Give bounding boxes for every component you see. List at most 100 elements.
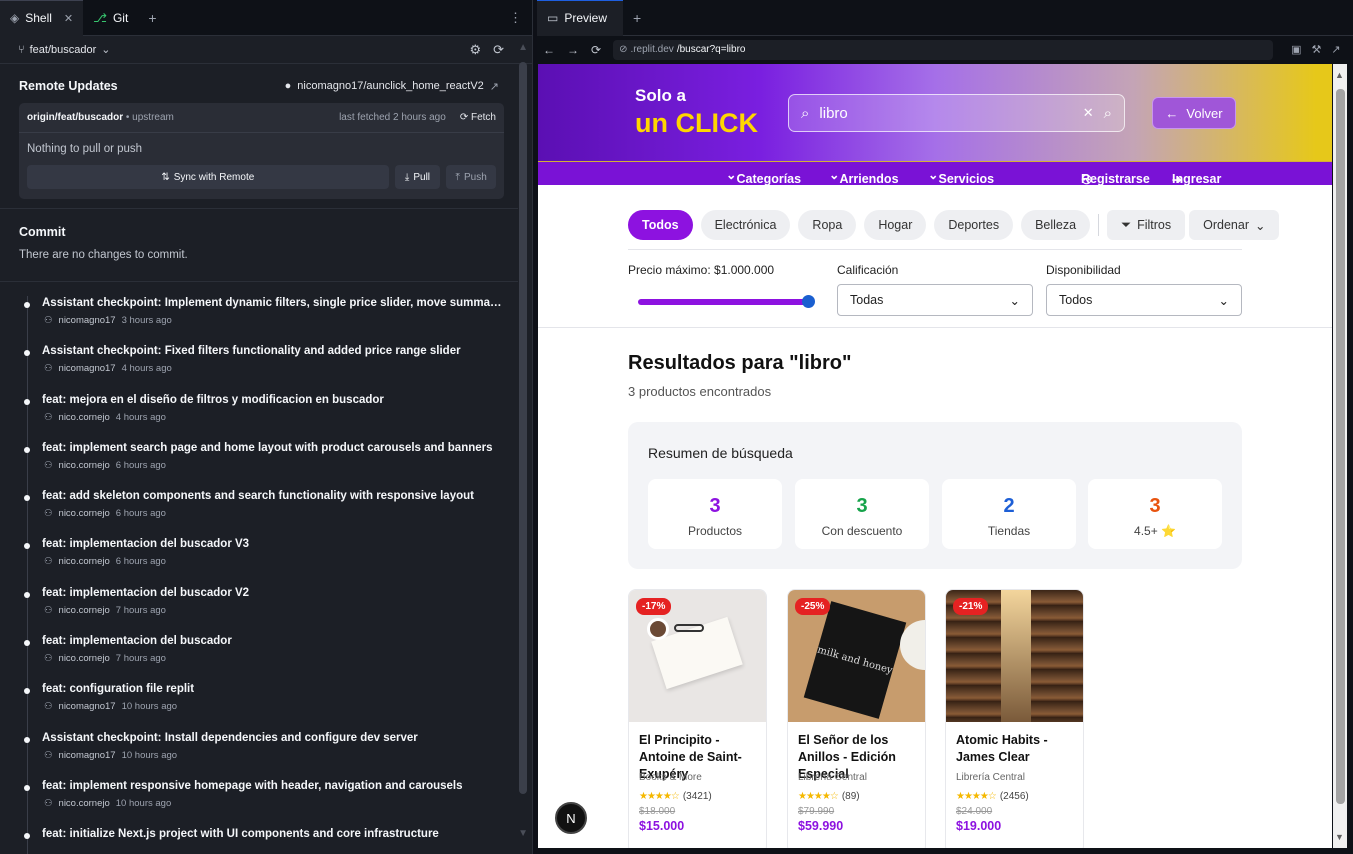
git-icon: ⎇	[93, 10, 107, 25]
results-count: 3 productos encontrados	[628, 384, 772, 399]
product-image: -21%	[946, 590, 1083, 722]
commit-section: Commit There are no changes to commit.	[0, 209, 518, 282]
user-icon: ⚇	[44, 508, 53, 520]
nav-arriendos[interactable]: ⌄ Arriendos	[829, 167, 899, 186]
commit-entry[interactable]: feat: add skeleton components and search…	[0, 487, 518, 535]
forward-arrow-icon[interactable]: →	[567, 43, 579, 57]
reload-icon[interactable]: ⟳	[591, 43, 601, 57]
repo-name: nicomagno17/aunclick_home_reactV2	[297, 80, 484, 92]
product-card[interactable]: -17% El Principito - Antoine de Saint-Ex…	[628, 589, 767, 848]
filters-button[interactable]: ⏷ Filtros	[1107, 210, 1186, 240]
price-slider-handle[interactable]	[802, 295, 815, 308]
external-link-icon[interactable]: ↗	[1331, 43, 1340, 56]
aisle-shape	[1001, 590, 1031, 722]
url-host: .replit.dev	[630, 44, 674, 55]
back-button[interactable]: ← Volver	[1152, 97, 1236, 129]
product-card[interactable]: milk and honey -25% El Señor de los Anil…	[787, 589, 926, 848]
star-icons: ★★★★☆	[798, 791, 839, 802]
back-arrow-icon[interactable]: ←	[543, 43, 555, 57]
tab-shell[interactable]: ◈ Shell ✕	[0, 0, 84, 36]
clear-icon[interactable]: ✕	[1083, 105, 1094, 121]
commit-entry[interactable]: feat: implementacion del buscador ⚇ nico.c…	[0, 632, 518, 680]
commit-entry[interactable]: feat: implementacion del buscador V2 ⚇ nic…	[0, 584, 518, 632]
user-icon: ⚇	[44, 604, 53, 616]
repo-link[interactable]: ● nicomagno17/aunclick_home_reactV2 ↗	[285, 80, 499, 93]
user-icon: ⚇	[44, 459, 53, 471]
nav-categorias[interactable]: ⌄ Categorías	[726, 167, 801, 186]
git-panel: ◈ Shell ✕ ⎇ Git + ⋮ ⑂ feat/buscador ⌄ ⚙ …	[0, 0, 533, 854]
devices-icon[interactable]: ▣	[1291, 43, 1301, 56]
commit-entry[interactable]: feat: mejora en el diseño de filtros y m…	[0, 391, 518, 439]
close-icon[interactable]: ✕	[64, 12, 73, 25]
gear-icon[interactable]: ⚙	[469, 42, 481, 58]
stat-value: 3	[709, 495, 721, 517]
search-submit-icon[interactable]: ⌕	[1104, 105, 1112, 122]
price-slider-track[interactable]	[638, 299, 808, 305]
commit-time: 6 hours ago	[115, 508, 166, 520]
more-icon[interactable]: ⋮	[509, 10, 522, 26]
commit-entry[interactable]: feat: configuration file replit ⚇ nicomagn…	[0, 680, 518, 728]
commit-author: nico.cornejo	[58, 556, 110, 568]
chip-electronica[interactable]: Electrónica	[700, 210, 791, 240]
scroll-down-icon[interactable]: ▼	[1335, 832, 1344, 842]
chip-todos[interactable]: Todos	[628, 210, 693, 240]
download-icon: ⤓	[404, 171, 410, 183]
commit-entry[interactable]: Assistant checkpoint: Install dependenci…	[0, 729, 518, 777]
left-scrollbar[interactable]	[519, 62, 527, 794]
brand-logo[interactable]: un CLICK	[635, 108, 758, 139]
scroll-up-icon[interactable]: ▲	[1335, 70, 1344, 80]
sync-button[interactable]: ⇅ Sync with Remote	[27, 165, 389, 189]
scroll-down-icon[interactable]: ▼	[518, 828, 528, 839]
commit-entry[interactable]: Assistant checkpoint: Implement dynamic …	[0, 294, 518, 342]
sort-button[interactable]: Ordenar ⌄	[1189, 210, 1280, 240]
commit-dot	[24, 688, 30, 695]
nextjs-badge[interactable]: N	[555, 802, 587, 834]
commit-entry[interactable]: Assistant checkpoint: Fixed filters func…	[0, 342, 518, 390]
product-title[interactable]: Atomic Habits - James Clear	[946, 722, 1083, 768]
commit-entry[interactable]: feat: implementacion del buscador V3 ⚇ nic…	[0, 535, 518, 583]
user-icon: ⚇	[44, 797, 53, 809]
commit-entry[interactable]: feat: initialize Next.js project with UI…	[0, 825, 518, 854]
commit-meta: ⚇ nicomagno17 10 hours ago	[42, 750, 518, 761]
commit-entry[interactable]: feat: implement responsive homepage with…	[0, 777, 518, 825]
tab-preview[interactable]: ▭ Preview	[537, 0, 623, 36]
address-input[interactable]: ⊘ .replit.dev/buscar?q=libro	[613, 39, 1274, 60]
tab-git[interactable]: ⎇ Git	[83, 0, 138, 36]
availability-select[interactable]: Todos ⌄	[1046, 284, 1242, 316]
add-tab-icon[interactable]: +	[138, 10, 166, 26]
page-scrollbar[interactable]: ▲ ▼	[1333, 64, 1347, 848]
product-image: milk and honey -25%	[788, 590, 925, 722]
chevron-down-icon: ⌄	[1009, 293, 1020, 308]
scroll-up-icon[interactable]: ▲	[518, 42, 528, 53]
remote-branch: origin/feat/buscador	[27, 112, 124, 123]
commit-author: nico.cornejo	[58, 411, 110, 423]
chip-hogar[interactable]: Hogar	[864, 210, 927, 240]
rating-select[interactable]: Todas ⌄	[837, 284, 1033, 316]
search-input[interactable]: ⌕ libro ✕ ⌕	[788, 94, 1125, 132]
product-title[interactable]: El Señor de los Anillos - Edición Especi…	[788, 722, 925, 781]
chip-ropa[interactable]: Ropa	[798, 210, 857, 240]
chip-belleza[interactable]: Belleza	[1021, 210, 1091, 240]
product-card[interactable]: -21% Atomic Habits - James Clear Librerí…	[945, 589, 1084, 848]
commit-message: feat: implement search page and home lay…	[42, 441, 493, 454]
commit-entry[interactable]: feat: implement search page and home lay…	[0, 439, 518, 487]
branch-selector[interactable]: ⑂ feat/buscador ⌄	[18, 43, 110, 57]
product-title[interactable]: El Principito - Antoine de Saint-Exupéry	[629, 722, 766, 781]
book-cover-shape: milk and honey	[803, 601, 907, 719]
chip-deportes[interactable]: Deportes	[934, 210, 1014, 240]
site-nav: ⌄ Categorías ⌄ Arriendos ⌄ Servicios ⚇ R…	[538, 162, 1332, 187]
refresh-icon[interactable]: ⟳	[493, 42, 504, 58]
user-icon: ⚇	[44, 411, 53, 423]
preview-panel: ▭ Preview + ← → ⟳ ⊘ .replit.dev/buscar?q…	[537, 0, 1353, 854]
fetch-button[interactable]: ⟳ Fetch	[460, 112, 496, 123]
commit-author: nicomagno17	[58, 749, 116, 761]
wrench-icon[interactable]: ⚒	[1311, 43, 1321, 56]
add-tab-icon[interactable]: +	[623, 10, 651, 26]
scroll-thumb[interactable]	[1336, 89, 1345, 804]
search-value: libro	[819, 104, 848, 122]
push-button[interactable]: ⤒ Push	[446, 165, 496, 189]
commit-dot	[24, 543, 30, 550]
left-tabbar: ◈ Shell ✕ ⎇ Git + ⋮	[0, 0, 532, 36]
pull-button[interactable]: ⤓ Pull	[394, 165, 441, 189]
nav-servicios[interactable]: ⌄ Servicios	[928, 167, 994, 186]
